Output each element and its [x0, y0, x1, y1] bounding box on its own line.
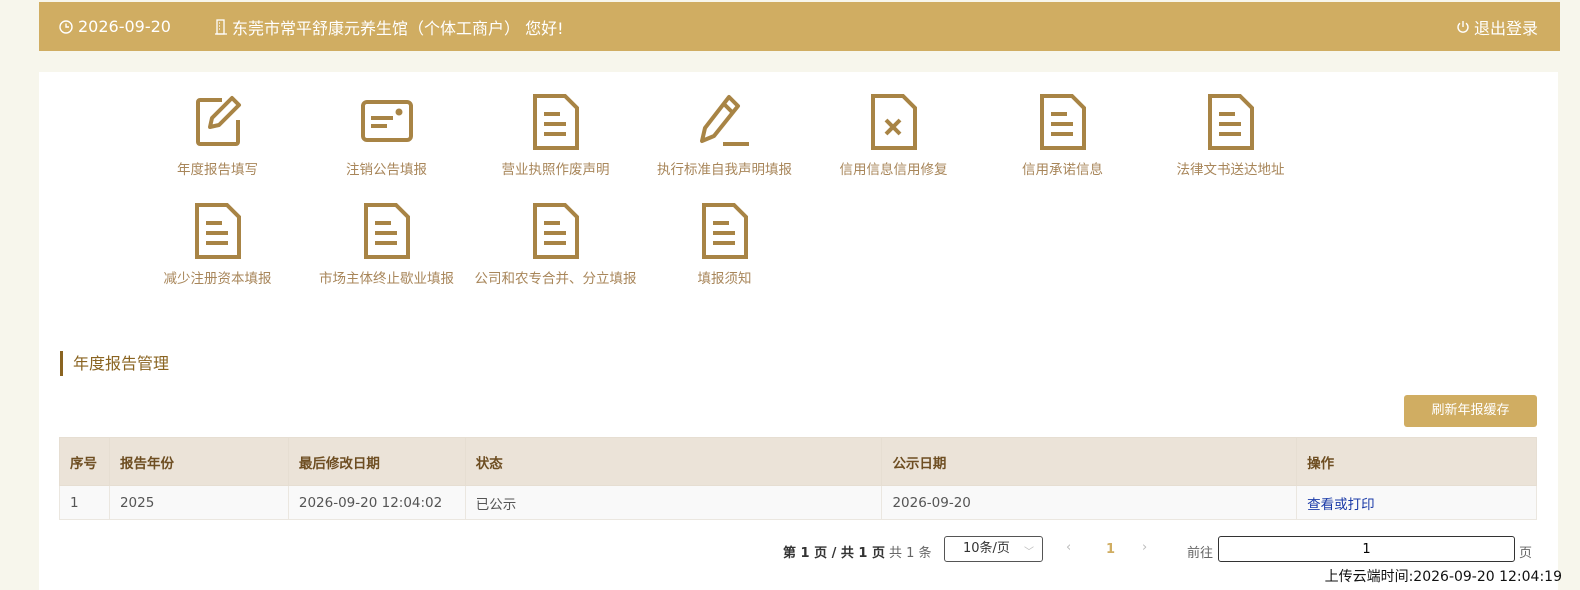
cell-action: 查看或打印: [1296, 485, 1537, 520]
header-date-text: 2026-09-20: [78, 17, 171, 36]
tile-legal-address[interactable]: 法律文书送达地址: [1146, 94, 1315, 178]
chevron-down-icon: ﹀: [1024, 547, 1034, 558]
document-icon: [532, 203, 579, 259]
table-header-row: 序号 报告年份 最后修改日期 状态 公示日期 操作: [59, 437, 1537, 486]
tile-cancel-notice[interactable]: 注销公告填报: [302, 94, 471, 178]
refresh-cache-button[interactable]: 刷新年报缓存: [1404, 395, 1537, 427]
building-icon: [215, 18, 227, 35]
tile-license-void[interactable]: 营业执照作废声明: [471, 94, 640, 178]
column-header: 序号: [59, 437, 110, 486]
column-header: 公示日期: [881, 437, 1298, 486]
document-icon: [532, 94, 579, 150]
document-icon: [1207, 94, 1254, 150]
clock-icon: [59, 19, 73, 34]
tile-label: 信用承诺信息: [1022, 162, 1103, 178]
tile-business-suspension[interactable]: 市场主体终止歇业填报: [302, 203, 471, 287]
edit-icon: [195, 96, 241, 146]
tile-label: 营业执照作废声明: [501, 162, 610, 178]
pagination: 第 1 页 / 共 1 页 共 1 条 10条/页 ﹀ ‹ 1 › 前往 页: [39, 535, 1558, 565]
page-size-select[interactable]: 10条/页 ﹀: [944, 536, 1043, 562]
page-info: 第 1 页 / 共 1 页: [783, 546, 885, 561]
column-header: 最后修改日期: [287, 437, 466, 486]
tile-label: 市场主体终止歇业填报: [319, 271, 454, 287]
tile-merger-split[interactable]: 公司和农专合并、分立填报: [471, 203, 640, 287]
greeting-text: 东莞市常平舒康元养生馆（个体工商户） 您好!: [232, 18, 564, 38]
page-size-value: 10条/页: [963, 541, 1010, 556]
header-date: 2026-09-20: [59, 17, 171, 36]
header-greeting: 东莞市常平舒康元养生馆（个体工商户） 您好!: [214, 15, 564, 39]
tile-filing-notice[interactable]: 填报须知: [640, 203, 809, 287]
column-header: 状态: [464, 437, 883, 486]
column-header: 操作: [1296, 437, 1537, 486]
logout-button[interactable]: 退出登录: [1456, 15, 1538, 39]
tile-label: 公司和农专合并、分立填报: [474, 271, 637, 287]
tile-label: 信用信息信用修复: [839, 162, 948, 178]
document-x-icon: [870, 94, 917, 150]
card-icon: [360, 100, 413, 142]
tile-label: 注销公告填报: [346, 162, 427, 178]
power-icon: [1457, 20, 1469, 33]
annual-report-table: 序号 报告年份 最后修改日期 状态 公示日期 操作 1 2025 2026-09…: [59, 437, 1537, 520]
main-panel: 年度报告填写 注销公告填报 营业执照作废声明 执行标准自我声明填报 信用信息信用…: [39, 72, 1558, 590]
cell-modified: 2026-09-20 12:04:02: [287, 485, 466, 520]
tile-credit-repair[interactable]: 信用信息信用修复: [809, 94, 978, 178]
document-icon: [701, 203, 748, 259]
tile-capital-reduction[interactable]: 减少注册资本填报: [133, 203, 302, 287]
document-icon: [194, 203, 241, 259]
upload-time: 上传云端时间:2026-09-20 12:04:19: [1324, 569, 1562, 585]
tile-label: 法律文书送达地址: [1176, 162, 1285, 178]
top-bar: 2026-09-20 东莞市常平舒康元养生馆（个体工商户） 您好! 退出登录: [39, 2, 1560, 51]
cell-index: 1: [59, 485, 110, 520]
page-number[interactable]: 1: [1106, 542, 1115, 557]
tile-annual-report[interactable]: 年度报告填写: [133, 94, 302, 178]
goto-page-input[interactable]: [1218, 536, 1515, 562]
table-row: 1 2025 2026-09-20 12:04:02 已公示 2026-09-2…: [59, 485, 1537, 520]
next-page-icon[interactable]: ›: [1142, 540, 1147, 555]
document-icon: [363, 203, 410, 259]
tile-credit-commitment[interactable]: 信用承诺信息: [978, 94, 1147, 178]
pencil-icon: [699, 95, 749, 146]
tile-label: 年度报告填写: [177, 162, 258, 178]
logout-label: 退出登录: [1473, 18, 1538, 38]
column-header: 报告年份: [108, 437, 289, 486]
cell-year: 2025: [108, 485, 289, 520]
view-print-link[interactable]: 查看或打印: [1307, 497, 1375, 513]
cell-status: 已公示: [464, 485, 883, 520]
tile-label: 填报须知: [697, 271, 752, 287]
tile-standard-declaration[interactable]: 执行标准自我声明填报: [640, 94, 809, 178]
document-icon: [1039, 94, 1086, 150]
cell-publish-date: 2026-09-20: [881, 485, 1298, 520]
section-title: 年度报告管理: [60, 351, 169, 376]
page-unit-label: 页: [1519, 546, 1533, 561]
tile-label: 减少注册资本填报: [163, 271, 272, 287]
goto-label: 前往: [1187, 546, 1214, 561]
tile-label: 执行标准自我声明填报: [657, 162, 792, 178]
total-count: 共 1 条: [889, 546, 932, 561]
prev-page-icon[interactable]: ‹: [1066, 540, 1071, 555]
